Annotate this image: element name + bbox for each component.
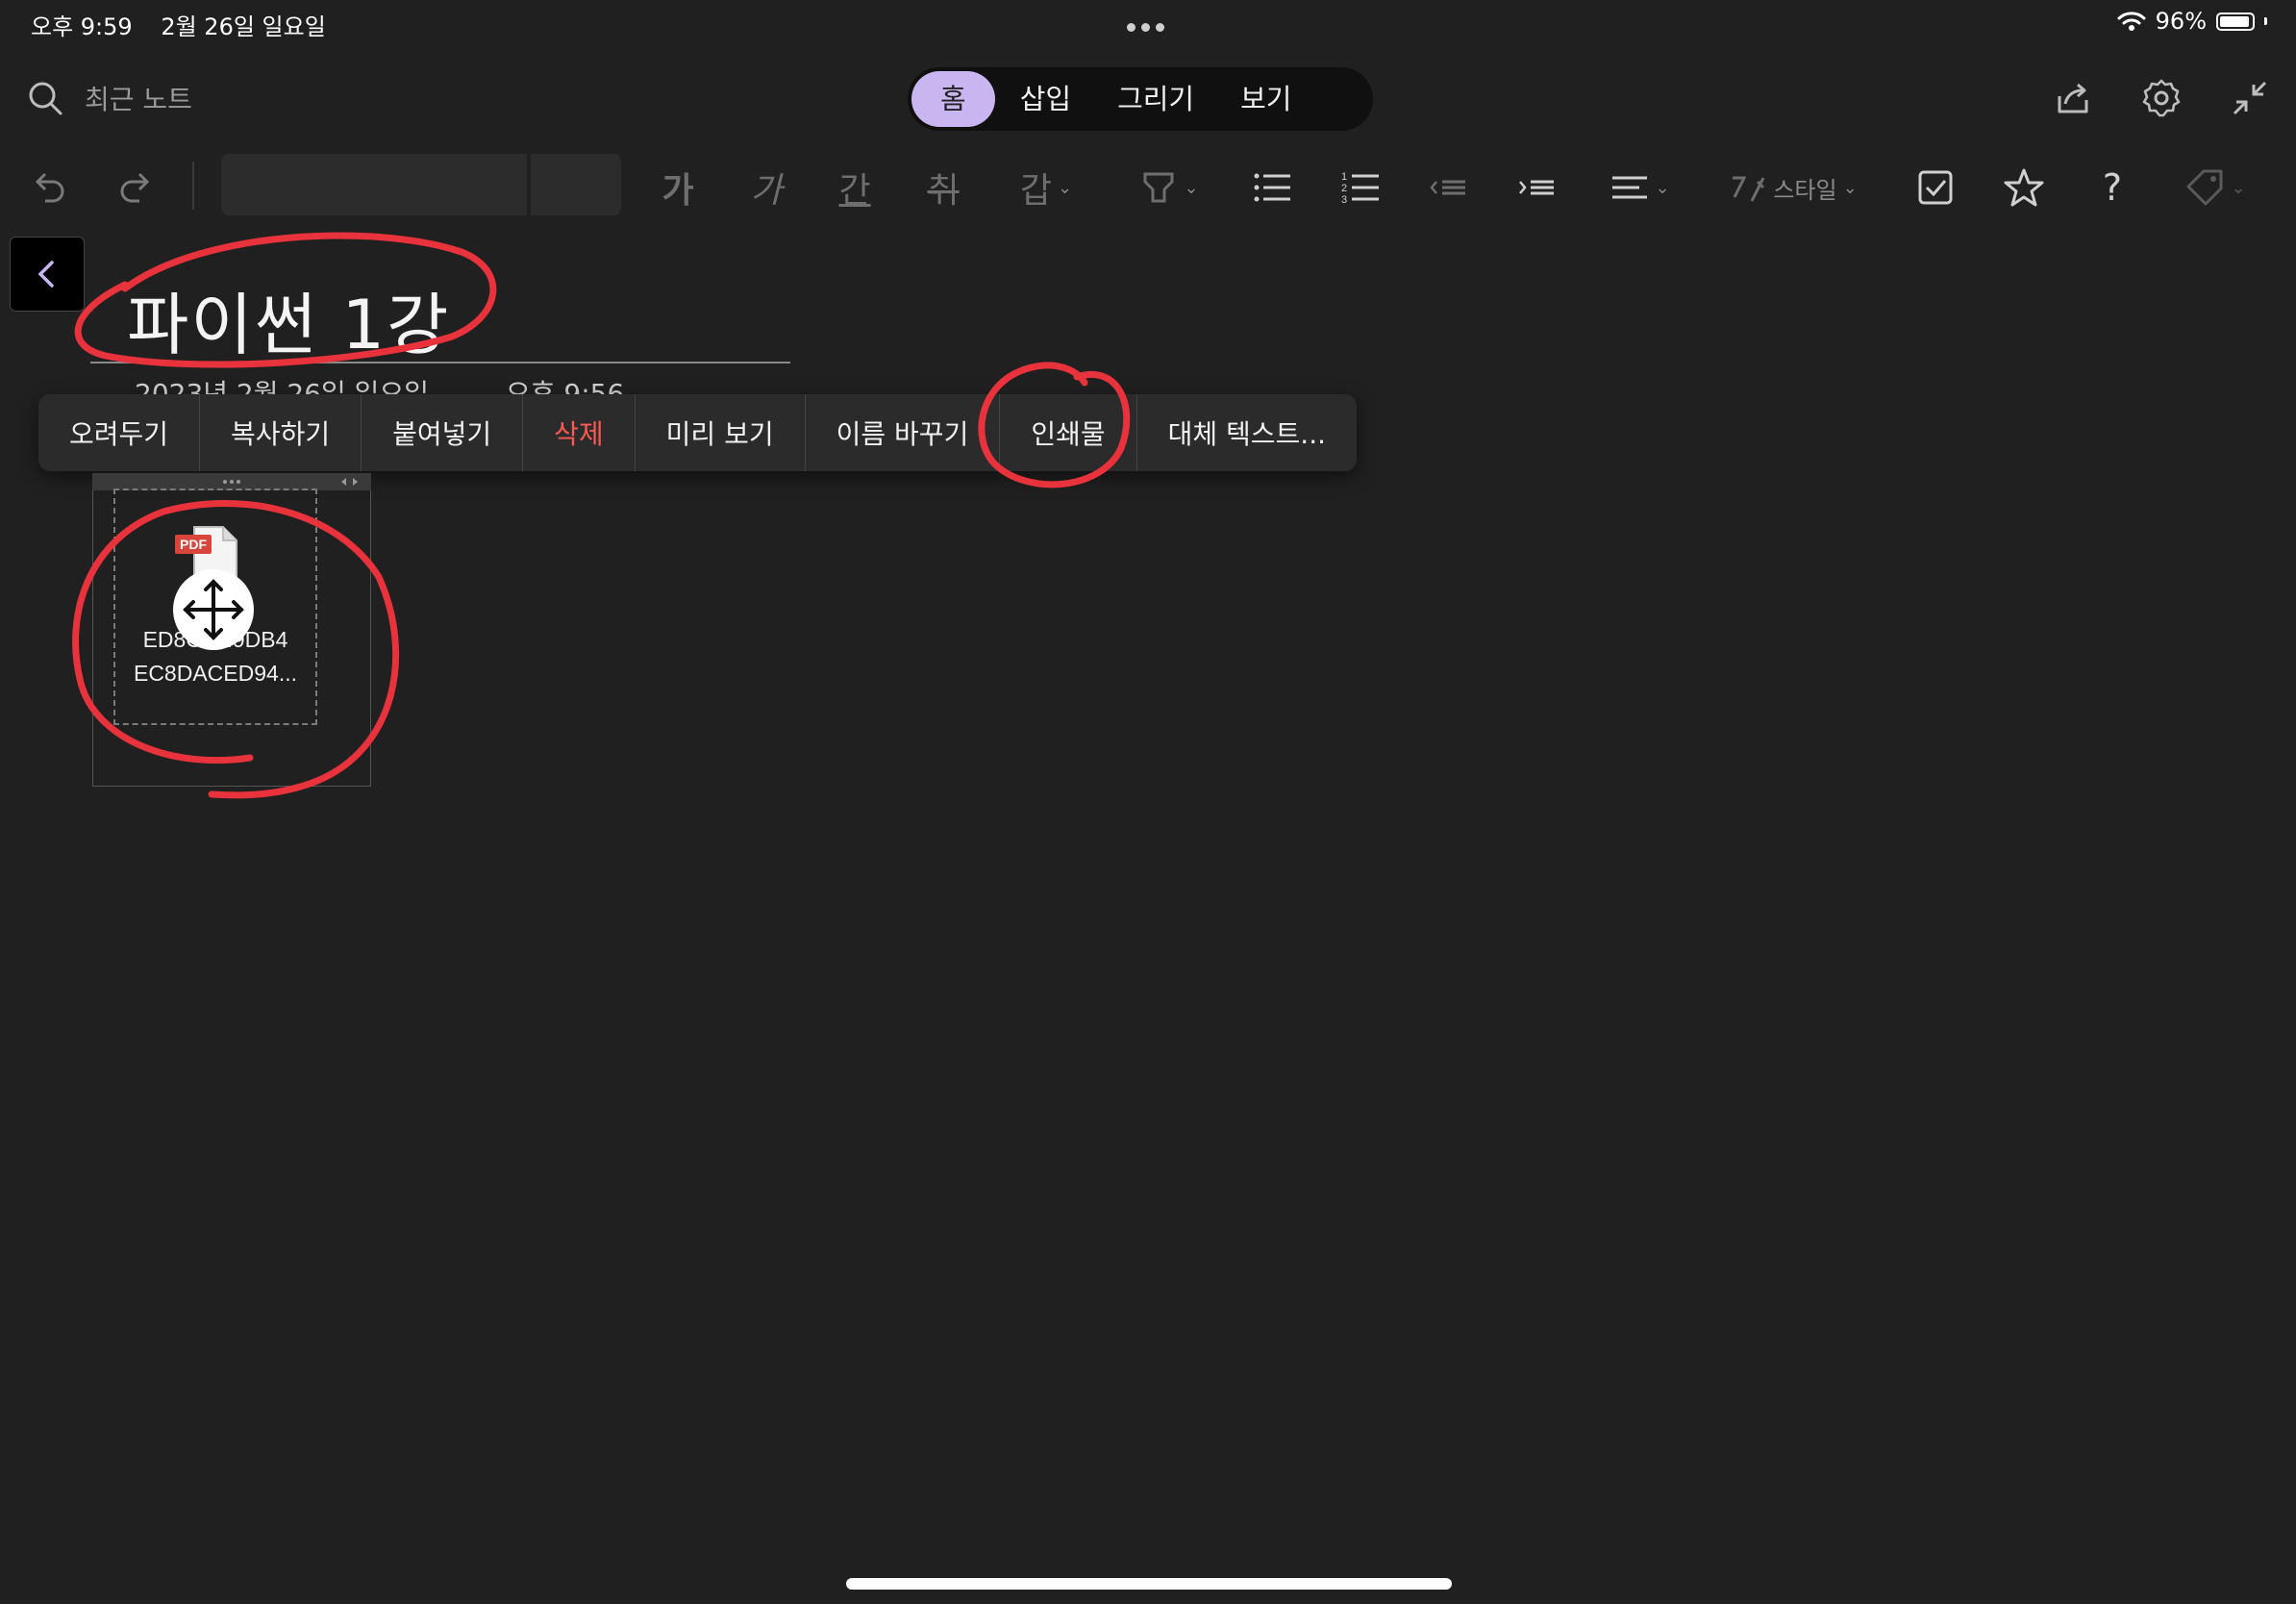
numbered-list-button[interactable]: 123 <box>1336 154 1385 221</box>
bullet-list-icon <box>1254 173 1290 202</box>
svg-text:3: 3 <box>1341 194 1347 206</box>
outdent-icon <box>1430 180 1465 195</box>
rename-menu-item[interactable]: 이름 바꾸기 <box>806 394 1001 471</box>
title-underline <box>90 362 790 363</box>
help-button[interactable]: ? <box>2088 154 2136 221</box>
search-icon <box>29 82 62 115</box>
font-size-field[interactable] <box>531 154 621 215</box>
share-icon[interactable] <box>2052 77 2094 119</box>
styles-button[interactable]: 스타일 ⌄ <box>1721 154 1865 221</box>
indent-icon <box>1519 180 1554 195</box>
outdent-button[interactable] <box>1425 154 1473 221</box>
page-title[interactable]: 파이썬 1강 <box>127 271 450 368</box>
recent-notes-search[interactable]: 최근 노트 <box>27 79 192 117</box>
status-bar-left: 오후 9:59 2월 26일 일요일 <box>31 8 347 41</box>
indent-button[interactable] <box>1513 154 1561 221</box>
printout-menu-item[interactable]: 인쇄물 <box>1000 394 1137 471</box>
battery-percent: 96% <box>2155 8 2207 35</box>
svg-text:2: 2 <box>1341 183 1347 194</box>
align-button[interactable]: ⌄ <box>1602 154 1679 221</box>
styles-label: 스타일 <box>1773 176 1837 204</box>
tab-view[interactable]: 보기 <box>1219 71 1312 127</box>
red-annotations <box>72 232 1131 799</box>
preview-menu-item[interactable]: 미리 보기 <box>636 394 806 471</box>
bold-button[interactable]: 가 <box>654 154 702 221</box>
chevron-down-icon: ⌄ <box>1842 177 1858 198</box>
copy-menu-item[interactable]: 복사하기 <box>200 394 362 471</box>
status-date: 2월 26일 일요일 <box>161 13 326 40</box>
numbered-list-icon: 123 <box>1341 171 1379 206</box>
page-time: 오후 9:56 <box>506 378 625 396</box>
chevron-down-icon: ⌄ <box>1184 177 1199 198</box>
gear-icon[interactable] <box>2140 77 2183 119</box>
battery-icon <box>2216 12 2255 31</box>
redo-icon[interactable] <box>112 154 160 221</box>
svg-text:1: 1 <box>1341 171 1347 183</box>
tab-insert[interactable]: 삽입 <box>999 71 1092 127</box>
important-tag-button[interactable] <box>2000 154 2048 221</box>
styles-icon <box>1733 176 1765 202</box>
chevron-down-icon: ⌄ <box>2231 177 2246 198</box>
highlighter-button[interactable]: ⌄ <box>1131 154 1208 221</box>
filename-line-2: EC8DACED94... <box>133 661 297 686</box>
tab-draw[interactable]: 그리기 <box>1096 71 1215 127</box>
tag-button[interactable]: ⌄ <box>2177 154 2254 221</box>
top-right-actions <box>2052 77 2271 119</box>
bullet-list-button[interactable] <box>1248 154 1296 221</box>
status-bar-right: 96% <box>2117 8 2267 35</box>
ribbon-tabs: 홈 삽입 그리기 보기 <box>908 67 1373 131</box>
search-label: 최근 노트 <box>85 84 192 115</box>
italic-button[interactable]: 가 <box>742 154 790 221</box>
status-time: 오후 9:59 <box>31 13 133 40</box>
collapse-icon[interactable] <box>2229 77 2271 119</box>
wifi-icon <box>2117 12 2146 31</box>
paste-menu-item[interactable]: 붙여넣기 <box>362 394 524 471</box>
chevron-down-icon: ⌄ <box>1655 177 1670 198</box>
tab-home[interactable]: 홈 <box>911 71 995 127</box>
context-menu: 오려두기 복사하기 붙여넣기 삭제 미리 보기 이름 바꾸기 인쇄물 대체 텍스… <box>38 394 1358 471</box>
page-date: 2023년 2월 26일 일요일 <box>135 378 429 396</box>
strikethrough-button[interactable]: 취 <box>919 154 967 221</box>
home-indicator[interactable] <box>846 1578 1452 1590</box>
font-name-field[interactable] <box>221 154 527 215</box>
chevron-left-icon <box>37 261 54 288</box>
checkbox-icon <box>1918 170 1953 205</box>
underline-button[interactable]: 간 <box>831 154 879 221</box>
highlighter-icon <box>1143 172 1174 203</box>
move-arrows-icon <box>183 579 244 640</box>
star-icon <box>2004 168 2044 207</box>
alt-text-menu-item[interactable]: 대체 텍스트... <box>1137 394 1357 471</box>
delete-menu-item[interactable]: 삭제 <box>523 394 636 471</box>
chevron-down-icon: ⌄ <box>1058 177 1073 198</box>
tag-icon <box>2186 169 2223 206</box>
back-button[interactable] <box>10 237 85 312</box>
cut-menu-item[interactable]: 오려두기 <box>38 394 201 471</box>
pdf-badge-label: PDF <box>180 537 207 552</box>
toolbar-divider <box>192 162 194 210</box>
align-left-icon <box>1612 176 1648 199</box>
undo-icon[interactable] <box>25 154 73 221</box>
font-color-button[interactable]: 갑 ⌄ <box>1008 154 1085 221</box>
move-handle[interactable] <box>173 569 254 650</box>
multitasking-dots[interactable] <box>1127 17 1170 36</box>
todo-checkbox-button[interactable] <box>1911 154 1959 221</box>
